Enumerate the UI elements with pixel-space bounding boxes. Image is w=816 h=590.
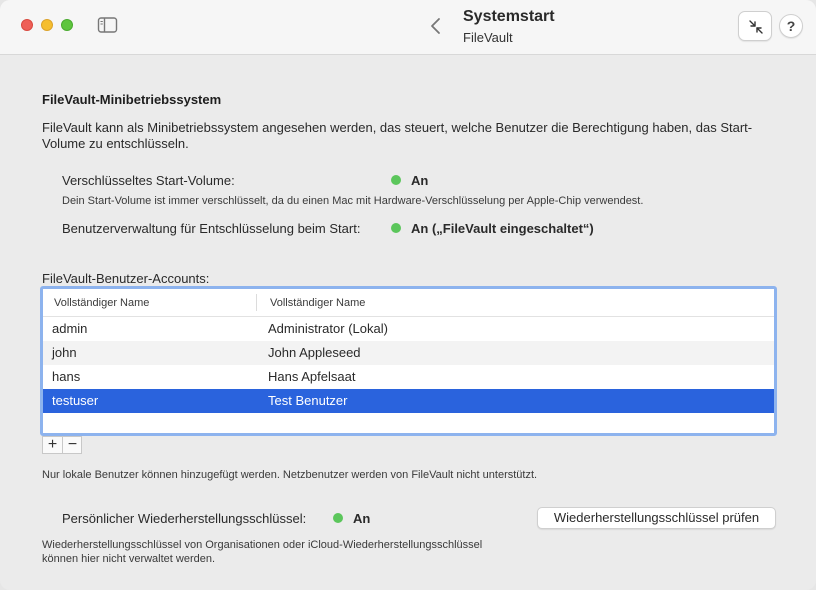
table-header: Vollständiger Name Vollständiger Name — [43, 289, 774, 317]
add-user-button[interactable]: + — [43, 437, 62, 453]
table-row[interactable]: admin Administrator (Lokal) — [43, 317, 774, 341]
column-header-short[interactable]: Vollständiger Name — [54, 297, 149, 309]
recovery-key-status-dot — [333, 513, 343, 523]
recovery-key-value: An — [353, 511, 371, 526]
table-row[interactable]: john John Appleseed — [43, 341, 774, 365]
collapse-button[interactable] — [738, 11, 772, 41]
recovery-note-line-1: Wiederherstellungsschlüssel von Organisa… — [42, 539, 483, 551]
accounts-note: Nur lokale Benutzer können hinzugefügt w… — [42, 469, 538, 481]
back-chevron-icon[interactable] — [426, 14, 446, 38]
help-button[interactable]: ? — [779, 14, 803, 38]
encrypted-volume-note: Dein Start-Volume ist immer verschlüssel… — [62, 195, 644, 207]
cell-short-name: hans — [52, 369, 81, 384]
recovery-note-line-2: können hier nicht verwaltet werden. — [42, 553, 216, 565]
verify-recovery-key-button[interactable]: Wiederherstellungsschlüssel prüfen — [537, 507, 776, 529]
table-row[interactable]: hans Hans Apfelsaat — [43, 365, 774, 389]
cell-short-name: john — [52, 345, 77, 360]
encrypted-volume-value: An — [411, 173, 429, 188]
user-management-value: An („FileVault eingeschaltet“) — [411, 221, 594, 236]
column-header-full[interactable]: Vollständiger Name — [270, 297, 365, 309]
accounts-table[interactable]: Vollständiger Name Vollständiger Name ad… — [40, 286, 777, 436]
section-description: FileVault kann als Minibetriebssystem an… — [42, 120, 753, 151]
encrypted-volume-status-dot — [391, 175, 401, 185]
remove-user-button[interactable]: − — [63, 437, 82, 453]
user-management-status-dot — [391, 223, 401, 233]
settings-window: Systemstart FileVault ? FileVault-Minibe… — [0, 0, 816, 590]
column-divider[interactable] — [256, 294, 257, 311]
page-subtitle: FileVault — [463, 30, 513, 45]
table-row-selected[interactable]: testuser Test Benutzer — [43, 389, 774, 413]
cell-full-name: John Appleseed — [268, 345, 361, 360]
cell-full-name: Test Benutzer — [268, 393, 348, 408]
cell-full-name: Administrator (Lokal) — [268, 321, 388, 336]
encrypted-volume-label: Verschlüsseltes Start-Volume: — [62, 173, 235, 188]
page-title: Systemstart — [463, 8, 555, 25]
add-remove-control: + − — [42, 436, 82, 454]
minimize-window-button[interactable] — [41, 19, 53, 31]
cell-short-name: admin — [52, 321, 88, 336]
user-management-label: Benutzerverwaltung für Entschlüsselung b… — [62, 221, 361, 236]
close-window-button[interactable] — [21, 19, 33, 31]
recovery-key-label: Persönlicher Wiederherstellungsschlüssel… — [62, 511, 307, 526]
section-heading: FileVault-Minibetriebssystem — [42, 92, 222, 107]
title-bar: Systemstart FileVault ? — [0, 0, 816, 55]
cell-short-name: testuser — [52, 393, 99, 408]
zoom-window-button[interactable] — [61, 19, 73, 31]
accounts-label: FileVault-Benutzer-Accounts: — [42, 271, 210, 286]
collapse-arrows-icon — [749, 20, 763, 34]
cell-full-name: Hans Apfelsaat — [268, 369, 356, 384]
sidebar-toggle-icon[interactable] — [97, 16, 119, 34]
